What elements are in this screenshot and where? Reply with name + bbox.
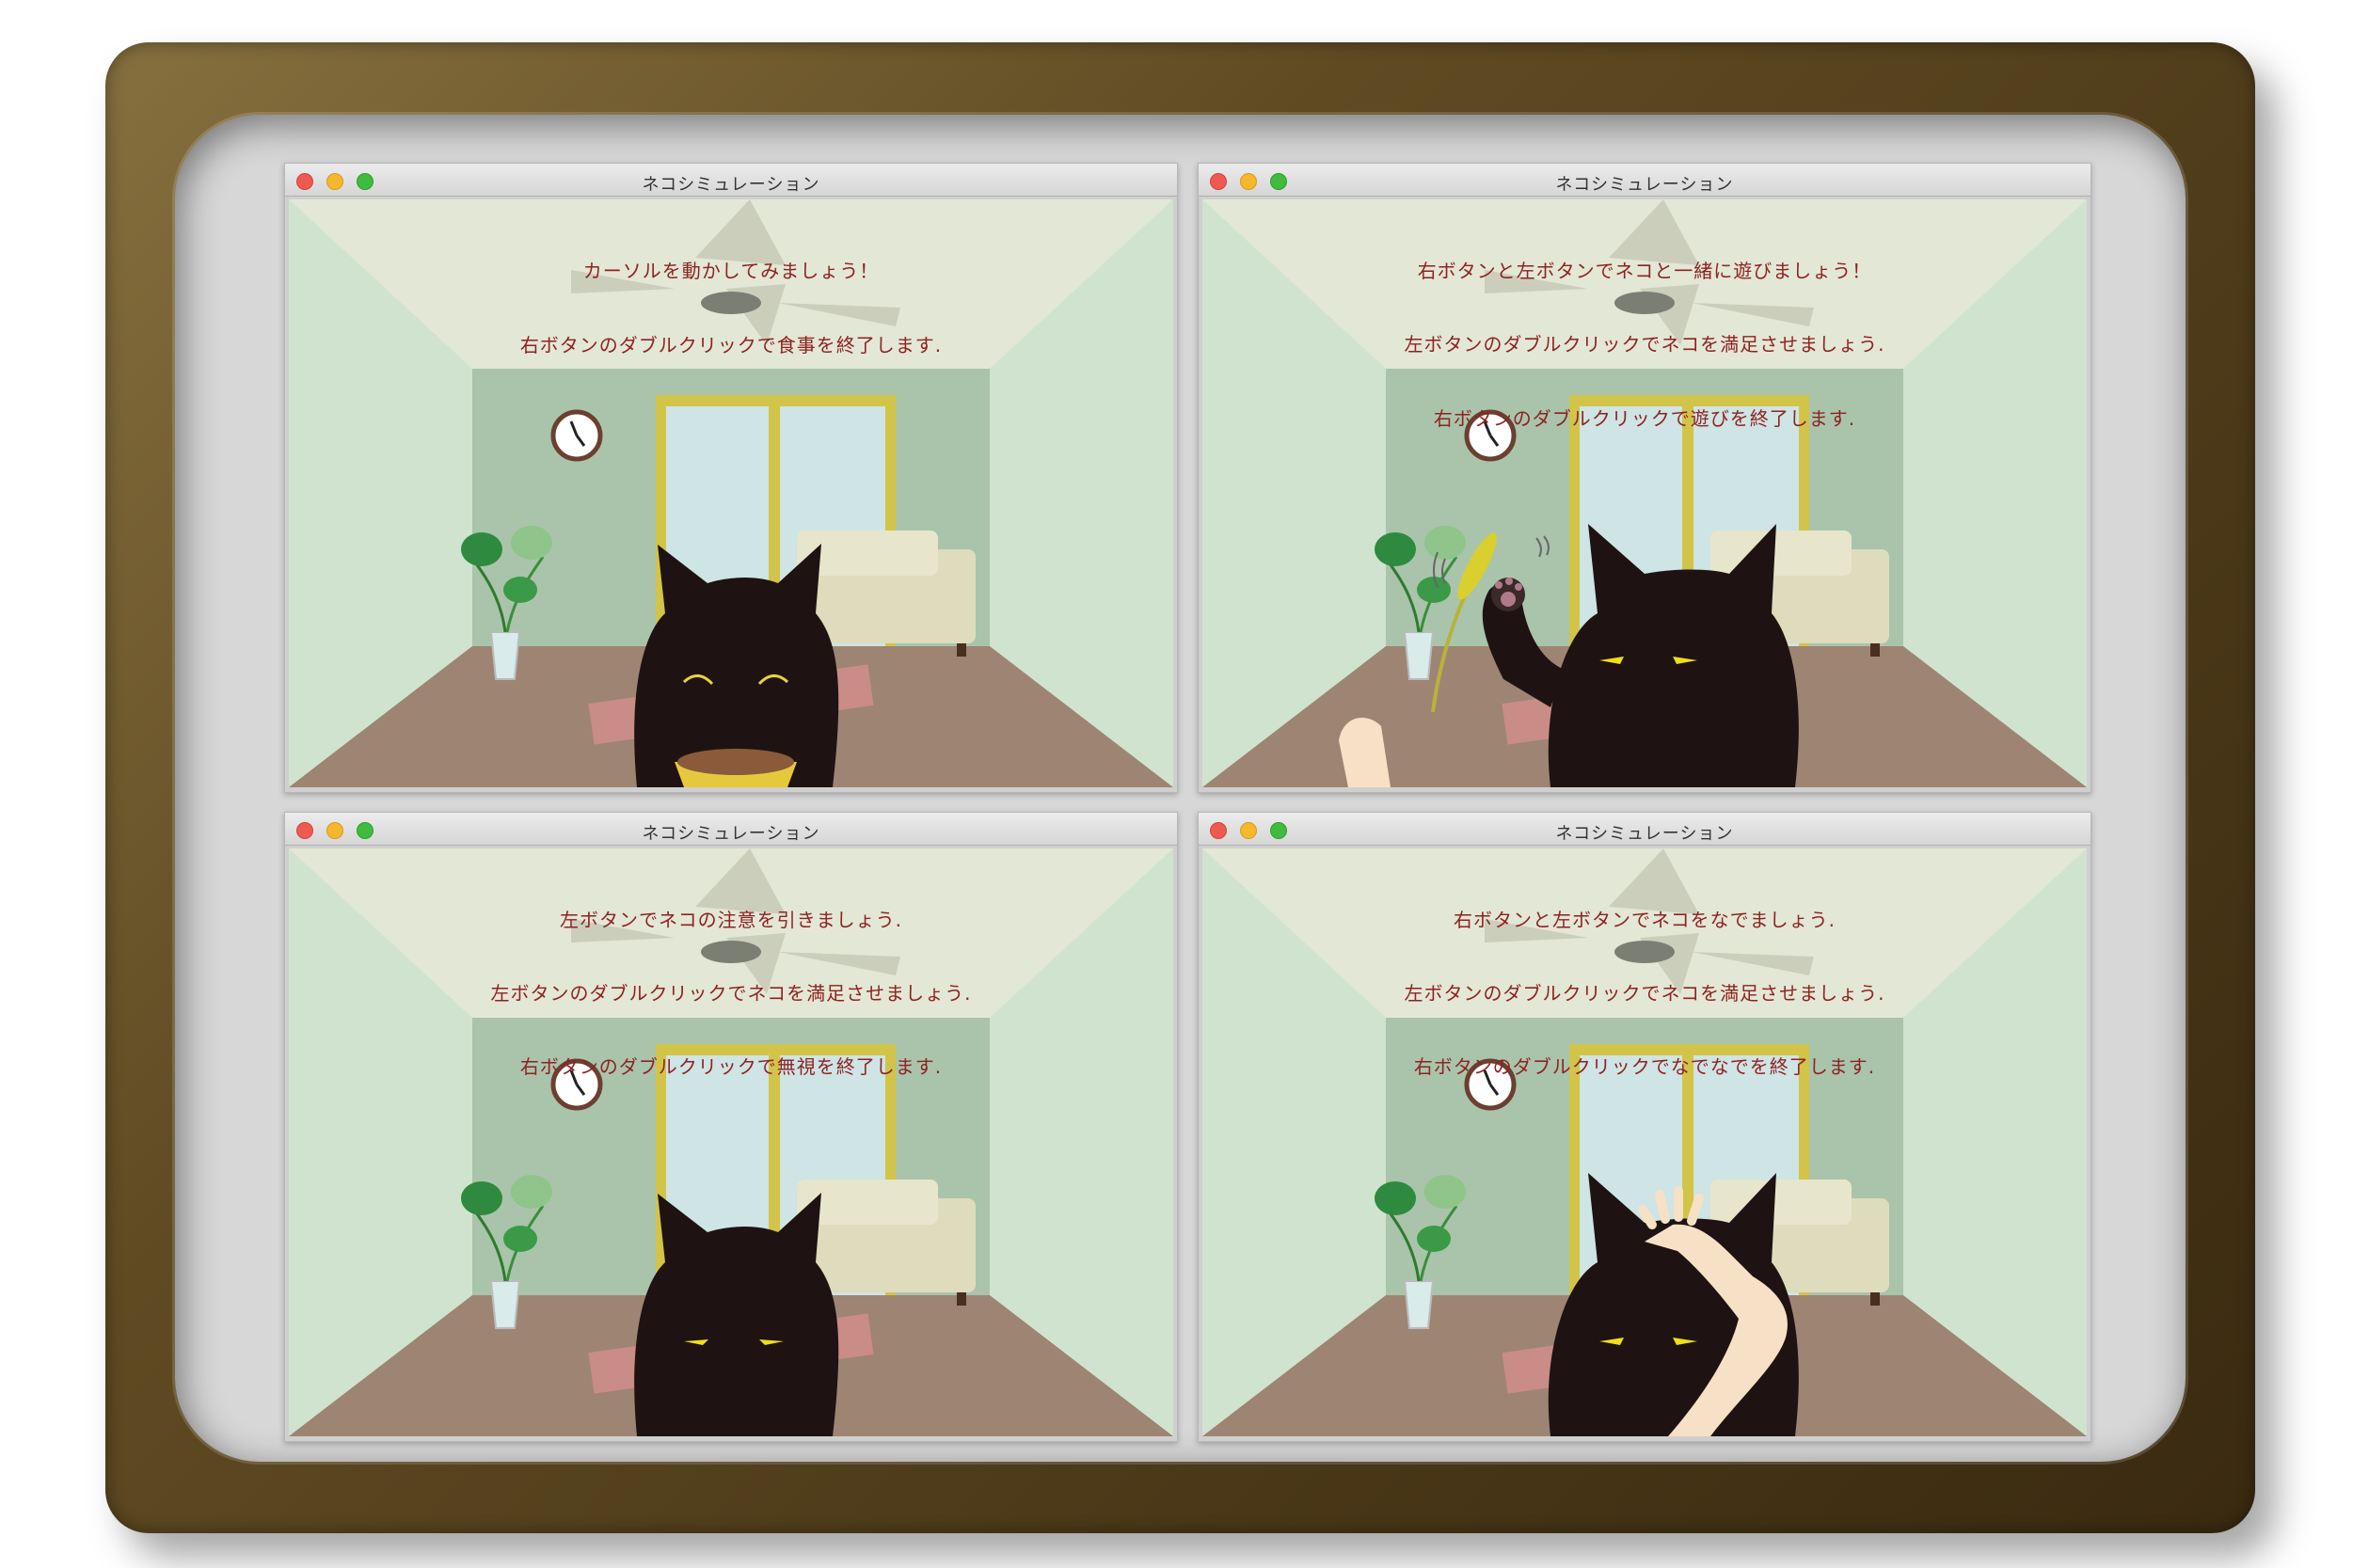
window-titlebar[interactable]: ネコシミュレーション xyxy=(1199,813,2091,846)
room-illustration xyxy=(289,199,1173,787)
instruction-text: 左ボタンのダブルクリックでネコを満足させましょう. xyxy=(1404,982,1885,1005)
window-title: ネコシミュレーション xyxy=(1555,824,1734,844)
window-titlebar[interactable]: ネコシミュレーション xyxy=(285,164,1177,197)
app-window-playing[interactable]: ネコシミュレーション 右ボタンと左ボタンでネコと一緒に遊びましょう！ 左ボタンの… xyxy=(1198,163,2091,793)
instruction-text: カーソルを動かしてみましょう！ xyxy=(582,260,880,282)
instruction-text: 右ボタンと左ボタンでネコをなでましょう. xyxy=(1454,909,1836,931)
window-title: ネコシミュレーション xyxy=(1555,175,1734,195)
window-titlebar[interactable]: ネコシミュレーション xyxy=(1199,164,2091,197)
window-titlebar[interactable]: ネコシミュレーション xyxy=(285,813,1177,846)
instruction-text: 左ボタンでネコの注意を引きましょう. xyxy=(560,909,902,931)
room-scene[interactable]: 右ボタンと左ボタンでネコをなでましょう. 左ボタンのダブルクリックでネコを満足さ… xyxy=(1202,848,2087,1436)
app-window-ignoring[interactable]: ネコシミュレーション 左ボタンでネコの注意を引きましょう. 左ボタンのダブルクリ… xyxy=(284,812,1178,1442)
window-title: ネコシミュレーション xyxy=(642,175,820,195)
instruction-text: 右ボタンのダブルクリックで無視を終了します. xyxy=(519,1055,943,1078)
room-scene[interactable]: カーソルを動かしてみましょう！ 右ボタンのダブルクリックで食事を終了します. xyxy=(289,199,1173,787)
room-illustration xyxy=(1202,199,2087,787)
room-illustration xyxy=(1202,848,2087,1436)
instruction-text: 左ボタンのダブルクリックでネコを満足させましょう. xyxy=(1404,333,1885,356)
app-window-petting[interactable]: ネコシミュレーション 右ボタンと左ボタンでネコをなでましょう. 左ボタンのダブル… xyxy=(1198,812,2091,1442)
room-scene[interactable]: 右ボタンと左ボタンでネコと一緒に遊びましょう！ 左ボタンのダブルクリックでネコを… xyxy=(1202,199,2087,787)
room-scene[interactable]: 左ボタンでネコの注意を引きましょう. 左ボタンのダブルクリックでネコを満足させま… xyxy=(289,848,1173,1436)
window-title: ネコシミュレーション xyxy=(642,824,820,844)
instruction-text: 右ボタンのダブルクリックで食事を終了します. xyxy=(519,334,943,356)
instruction-text: 右ボタンのダブルクリックで遊びを終了します. xyxy=(1433,407,1856,430)
instruction-text: 左ボタンのダブルクリックでネコを満足させましょう. xyxy=(490,982,972,1005)
instruction-text: 右ボタンのダブルクリックでなでなでを終了します. xyxy=(1413,1055,1876,1078)
instruction-text: 右ボタンと左ボタンでネコと一緒に遊びましょう！ xyxy=(1417,260,1872,282)
room-illustration xyxy=(289,848,1173,1436)
app-window-eating[interactable]: ネコシミュレーション カーソルを動かしてみましょう！ 右ボタンのダブルクリックで… xyxy=(284,163,1178,793)
